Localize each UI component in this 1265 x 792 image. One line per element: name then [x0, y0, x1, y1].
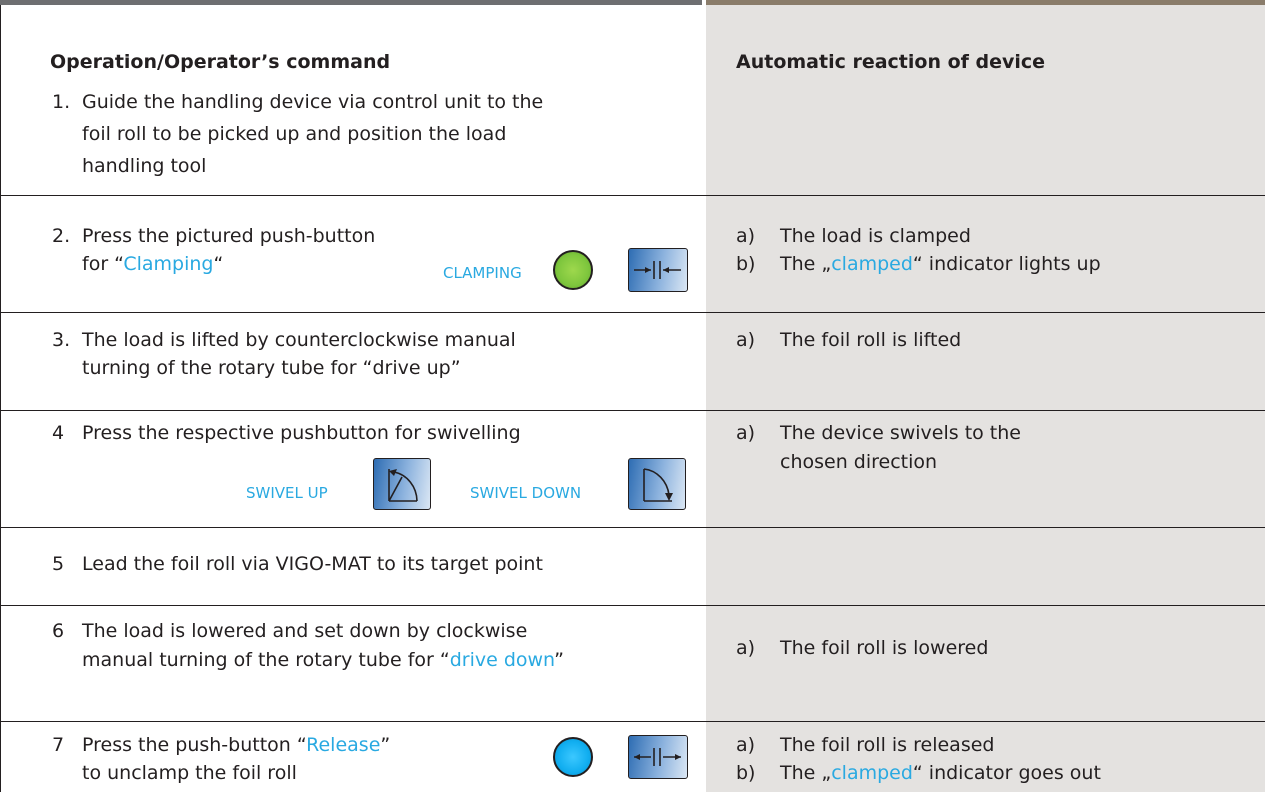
- highlight-drive-down: drive down: [449, 649, 555, 671]
- reaction-text: The load is clamped: [780, 225, 971, 247]
- table-left-border: [0, 5, 1, 792]
- clamped-indicator-lamp: [553, 250, 593, 290]
- reaction-letter: a): [736, 329, 756, 351]
- reaction-text: The „clamped“ indicator lights up: [780, 252, 1101, 277]
- step-text-line: Press the respective pushbutton for swiv…: [82, 422, 521, 444]
- step-text-line: Press the push-button “Release”: [82, 733, 390, 758]
- header-operation: Operation/Operator’s command: [50, 51, 391, 73]
- reaction-column-background: [706, 5, 1265, 792]
- step-number: 2.: [52, 225, 71, 247]
- step-number: 6: [52, 620, 65, 642]
- swivel-down-arrow-icon: [643, 468, 673, 502]
- step-number: 1.: [52, 91, 71, 113]
- text-segment: The „: [780, 253, 832, 275]
- reaction-text: The „clamped“ indicator goes out: [780, 761, 1101, 786]
- step-text-line: foil roll to be picked up and position t…: [82, 123, 507, 145]
- text-segment: “ indicator lights up: [912, 253, 1101, 275]
- step-number: 4: [52, 422, 65, 444]
- reaction-letter: a): [736, 422, 756, 444]
- text-segment: for “: [82, 253, 124, 275]
- row-divider: [0, 312, 1265, 313]
- swivel-down-label: SWIVEL DOWN: [470, 484, 582, 502]
- step-text-line: The load is lowered and set down by cloc…: [82, 620, 528, 642]
- step-number: 5: [52, 553, 65, 575]
- reaction-letter: a): [736, 734, 756, 756]
- reaction-text: The foil roll is released: [780, 734, 995, 756]
- step-text-line: Lead the foil roll via VIGO-MAT to its t…: [82, 553, 543, 575]
- release-arrows-icon: [634, 748, 681, 766]
- step-text-line: Guide the handling device via control un…: [82, 91, 544, 113]
- text-segment: ”: [380, 734, 391, 756]
- swivel-up-label: SWIVEL UP: [246, 484, 328, 502]
- text-segment: manual turning of the rotary tube for “: [82, 649, 450, 671]
- step-number: 7: [52, 734, 65, 756]
- text-segment: Press the push-button “: [82, 734, 307, 756]
- reaction-text: The foil roll is lifted: [780, 329, 962, 351]
- text-segment: The „: [780, 762, 832, 784]
- reaction-letter: a): [736, 225, 756, 247]
- step-text-line: for “Clamping“: [82, 252, 223, 277]
- row-divider: [0, 721, 1265, 722]
- step-text-line: turning of the rotary tube for “drive up…: [82, 357, 461, 379]
- swivel-down-button[interactable]: [628, 458, 686, 510]
- text-segment: “: [213, 253, 224, 275]
- highlight-clamped: clamped: [831, 253, 913, 275]
- top-photo-strip-left: [0, 0, 702, 5]
- release-button[interactable]: [628, 735, 688, 779]
- instruction-table: Operation/Operator’s command Automatic r…: [0, 0, 1265, 792]
- step-text-line: The load is lifted by counterclockwise m…: [82, 329, 516, 351]
- reaction-letter: a): [736, 637, 756, 659]
- row-divider: [0, 527, 1265, 528]
- text-segment: ”: [554, 649, 564, 671]
- step-text-line: manual turning of the rotary tube for “d…: [82, 648, 564, 673]
- swivel-up-arrow-icon: [388, 469, 418, 502]
- clamp-arrows-icon: [634, 261, 681, 279]
- text-segment: “ indicator goes out: [912, 762, 1101, 784]
- swivel-up-button[interactable]: [373, 458, 431, 510]
- highlight-clamping: Clamping: [123, 253, 214, 275]
- clamping-label: CLAMPING: [443, 264, 522, 282]
- step-text-line: to unclamp the foil roll: [82, 762, 297, 784]
- reaction-text-line: The device swivels to the: [780, 422, 1021, 444]
- clamping-button[interactable]: [628, 248, 688, 292]
- reaction-letter: b): [736, 253, 756, 275]
- header-reaction: Automatic reaction of device: [736, 51, 1046, 73]
- row-divider: [0, 605, 1265, 606]
- step-text-line: Press the pictured push-button: [82, 225, 376, 247]
- step-number: 3.: [52, 329, 71, 351]
- reaction-text-line: chosen direction: [780, 451, 938, 473]
- reaction-letter: b): [736, 762, 756, 784]
- row-divider: [0, 410, 1265, 411]
- release-indicator-lamp: [553, 737, 593, 777]
- step-text-line: handling tool: [82, 155, 207, 177]
- highlight-clamped: clamped: [831, 762, 913, 784]
- row-divider: [0, 195, 1265, 196]
- highlight-release: Release: [306, 734, 381, 756]
- reaction-text: The foil roll is lowered: [780, 637, 989, 659]
